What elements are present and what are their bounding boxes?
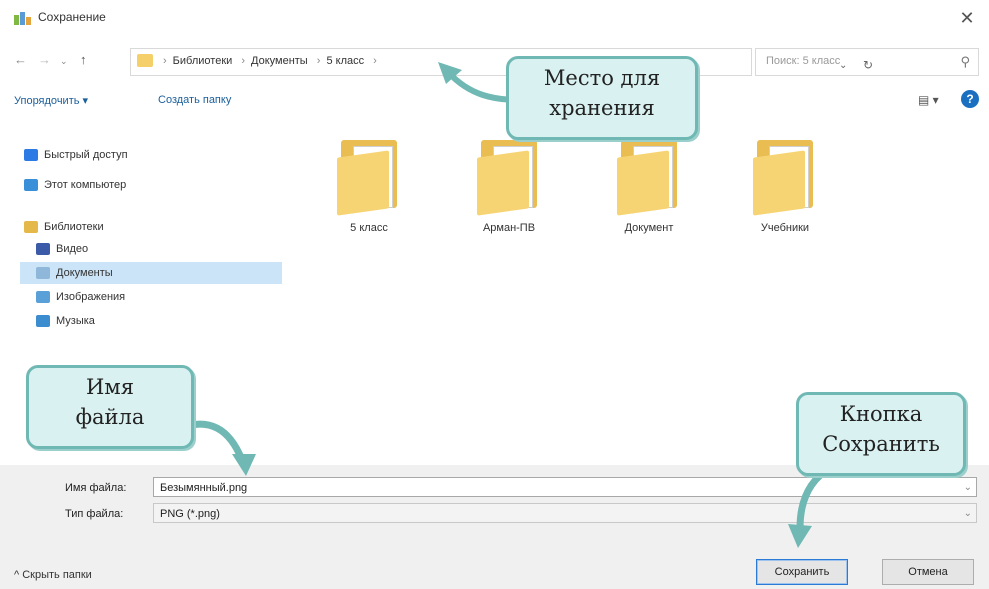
- computer-icon: [24, 179, 38, 191]
- hide-folders-toggle[interactable]: ^ Скрыть папки: [14, 569, 92, 581]
- sidebar-item[interactable]: Этот компьютер: [20, 174, 126, 196]
- sidebar-item-label: Изображения: [56, 291, 126, 303]
- help-icon[interactable]: ?: [961, 90, 979, 108]
- sidebar-item-label: Этот компьютер: [44, 179, 127, 191]
- filetype-select[interactable]: PNG (*.png) ⌄: [153, 503, 977, 523]
- title-bar: Сохранение ✕: [0, 0, 989, 36]
- save-dialog: Сохранение ✕ ← → ⌄ ↑ › Библиотеки › Докуме…: [0, 0, 989, 589]
- sidebar-item[interactable]: Видео: [20, 238, 88, 260]
- callout-text: Сохранить: [822, 432, 940, 456]
- sidebar-item[interactable]: Быстрый доступ: [20, 144, 128, 166]
- sidebar-item[interactable]: Документы: [20, 262, 282, 284]
- hide-folders-label: Скрыть папки: [22, 569, 92, 581]
- chevron-down-icon[interactable]: ⌄: [964, 478, 972, 498]
- images-icon: [36, 291, 50, 303]
- sidebar-item-label: Библиотеки: [44, 221, 104, 233]
- search-input[interactable]: Поиск: 5 класс ⚲: [755, 48, 979, 76]
- up-arrow-icon[interactable]: ↑: [80, 52, 87, 67]
- filename-label: Имя файла:: [65, 482, 127, 494]
- filetype-label: Тип файла:: [65, 508, 124, 520]
- documents-icon: [36, 267, 50, 279]
- sidebar-item-label: Быстрый доступ: [44, 149, 128, 161]
- callout-save: Кнопка Сохранить: [796, 392, 966, 476]
- breadcrumb-item[interactable]: 5 класс: [326, 55, 364, 67]
- folder-item[interactable]: Документ: [584, 136, 714, 234]
- paint-app-icon: [14, 12, 31, 25]
- command-bar: Упорядочить ▾ Создать папку ▤ ▾ ?: [0, 90, 989, 116]
- sidebar-item-label: Видео: [56, 243, 89, 255]
- callout-text: Кнопка: [839, 402, 923, 426]
- cancel-button[interactable]: Отмена: [882, 559, 974, 585]
- chevron-down-icon: ⌄: [963, 508, 972, 519]
- callout-location: Место для хранения: [506, 56, 698, 140]
- sidebar-item-label: Документы: [56, 267, 113, 279]
- folder-item[interactable]: 5 класс: [304, 136, 434, 234]
- folder-icon: [337, 136, 401, 216]
- sidebar-item[interactable]: Изображения: [20, 286, 125, 308]
- libraries-icon: [24, 221, 38, 233]
- folder-label: Документ: [624, 222, 674, 234]
- folder-icon: [617, 136, 681, 216]
- search-placeholder: Поиск: 5 класс: [766, 55, 841, 67]
- filename-field[interactable]: Безымянный.png ⌄: [153, 477, 977, 497]
- filetype-value: PNG (*.png): [160, 508, 220, 520]
- folder-label: Арман-ПВ: [482, 222, 536, 234]
- folder-item[interactable]: Учебники: [720, 136, 850, 234]
- filename-value: Безымянный.png: [160, 482, 248, 494]
- sidebar-item[interactable]: Музыка: [20, 310, 95, 332]
- chevron-up-icon: ^: [14, 569, 20, 581]
- video-icon: [36, 243, 50, 255]
- sidebar-item-label: Музыка: [56, 315, 95, 327]
- breadcrumb-item[interactable]: Библиотеки: [173, 55, 233, 67]
- folder-icon: [137, 54, 153, 67]
- organize-button[interactable]: Упорядочить ▾: [14, 94, 88, 107]
- star-icon: [24, 149, 38, 161]
- save-button[interactable]: Сохранить: [756, 559, 848, 585]
- callout-filename: Имя файла: [26, 365, 194, 449]
- recent-chevron-icon[interactable]: ⌄: [60, 56, 68, 67]
- save-form: Имя файла: Безымянный.png ⌄ Тип файла: P…: [0, 465, 989, 589]
- folder-icon: [753, 136, 817, 216]
- view-options-icon[interactable]: ▤ ▾: [918, 93, 939, 107]
- callout-text: Место для: [543, 66, 661, 90]
- forward-arrow-icon[interactable]: →: [38, 52, 51, 67]
- breadcrumb-item[interactable]: Документы: [251, 55, 308, 67]
- folder-label: Учебники: [760, 222, 810, 234]
- breadcrumb: › Библиотеки › Документы › 5 класс ›: [163, 55, 377, 67]
- window-title: Сохранение: [38, 10, 106, 24]
- sidebar-item[interactable]: Библиотеки: [20, 216, 104, 238]
- folder-item[interactable]: Арман-ПВ: [444, 136, 574, 234]
- callout-text: Имя: [86, 375, 134, 399]
- address-row: ← → ⌄ ↑ › Библиотеки › Документы › 5 класс …: [0, 44, 989, 80]
- callout-text: файла: [75, 405, 145, 429]
- back-arrow-icon[interactable]: ←: [14, 52, 27, 67]
- folder-icon: [477, 136, 541, 216]
- folder-label: 5 класс: [350, 222, 388, 234]
- close-icon[interactable]: ✕: [955, 6, 979, 30]
- new-folder-button[interactable]: Создать папку: [158, 94, 231, 106]
- callout-text: хранения: [549, 96, 655, 120]
- music-icon: [36, 315, 50, 327]
- search-icon: ⚲: [960, 54, 970, 69]
